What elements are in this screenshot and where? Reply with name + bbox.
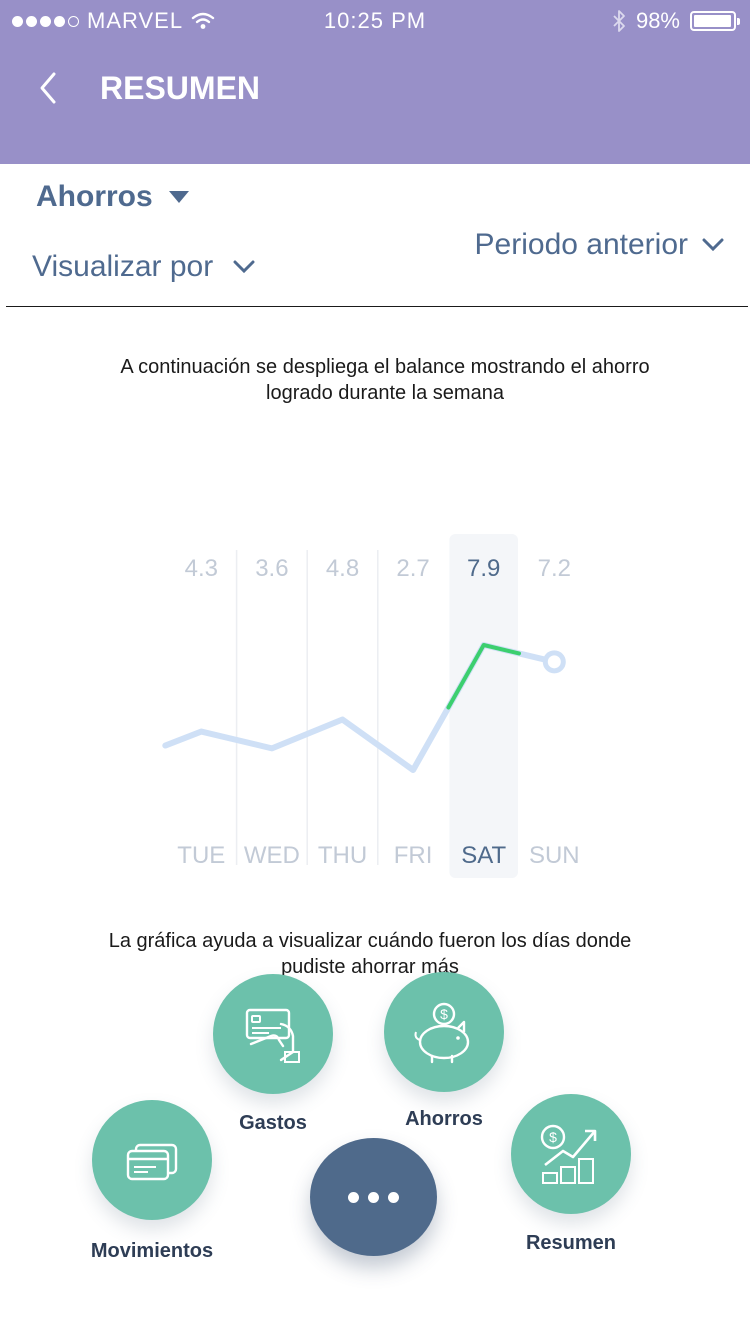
chevron-left-icon — [40, 72, 56, 104]
savings-line-chart: 4.3 3.6 4.8 2.7 7.9 7.2 TUE WED THU FRI SAT SUN — [162, 534, 580, 878]
value-label: 3.6 — [255, 555, 288, 582]
view-by-dropdown[interactable]: Visualizar por — [32, 250, 255, 284]
svg-text:$: $ — [549, 1129, 557, 1145]
day-label: SAT — [461, 842, 506, 869]
ahorros-button[interactable]: $ — [384, 972, 504, 1092]
more-options-button[interactable] — [310, 1138, 437, 1256]
value-label: 7.9 — [467, 555, 500, 582]
chevron-down-icon — [702, 238, 724, 252]
ahorros-action[interactable]: $ Ahorros — [384, 972, 504, 1130]
more-dots-icon — [348, 1191, 359, 1203]
line-end-point — [542, 650, 566, 674]
status-bar: MARVEL 10:25 PM 98% — [0, 0, 750, 40]
day-label: WED — [244, 842, 300, 869]
resumen-action[interactable]: $ Resumen — [511, 1094, 631, 1254]
battery-percentage: 98% — [635, 8, 680, 33]
battery-icon — [690, 11, 740, 31]
piggy-bank-icon: $ — [414, 1002, 470, 1064]
bluetooth-icon — [613, 10, 625, 32]
value-label: 2.7 — [396, 555, 429, 582]
selected-day-band — [449, 534, 518, 878]
day-label: TUE — [177, 842, 225, 869]
day-label: SUN — [529, 842, 580, 869]
day-label: FRI — [394, 842, 433, 869]
value-label: 7.2 — [538, 555, 571, 582]
status-right: 98% — [612, 8, 740, 34]
growth-chart-icon: $ — [540, 1124, 597, 1184]
caret-down-icon — [168, 191, 189, 203]
app-header: MARVEL 10:25 PM 98% RESUMEN — [0, 0, 750, 164]
chart-caption: La gráfica ayuda a visualizar cuándo fue… — [108, 930, 632, 978]
category-dropdown[interactable]: Ahorros — [36, 180, 189, 214]
resumen-label: Resumen — [525, 1232, 617, 1254]
battery-fill — [694, 15, 731, 27]
view-by-label: Visualizar por — [32, 250, 214, 283]
period-label: Periodo anterior — [474, 228, 688, 261]
gastos-label: Gastos — [239, 1112, 307, 1134]
value-label: 4.8 — [326, 555, 359, 582]
category-dropdown-label: Ahorros — [36, 180, 153, 213]
cards-icon — [126, 1143, 178, 1181]
day-label: THU — [318, 842, 367, 869]
movimientos-label: Movimientos — [90, 1240, 214, 1262]
period-dropdown[interactable]: Periodo anterior — [475, 228, 724, 262]
gastos-button[interactable] — [213, 974, 333, 1094]
value-label: 4.3 — [185, 555, 218, 582]
gastos-action[interactable]: Gastos — [213, 974, 333, 1134]
divider — [6, 306, 748, 307]
page-title: RESUMEN — [100, 70, 261, 106]
credit-card-hand-icon — [245, 1008, 300, 1063]
resumen-button[interactable]: $ — [511, 1094, 631, 1214]
svg-text:$: $ — [440, 1006, 448, 1022]
chart-description: A continuación se despliega el balance m… — [120, 356, 650, 404]
back-button[interactable] — [34, 68, 66, 108]
chevron-down-icon — [233, 260, 255, 274]
